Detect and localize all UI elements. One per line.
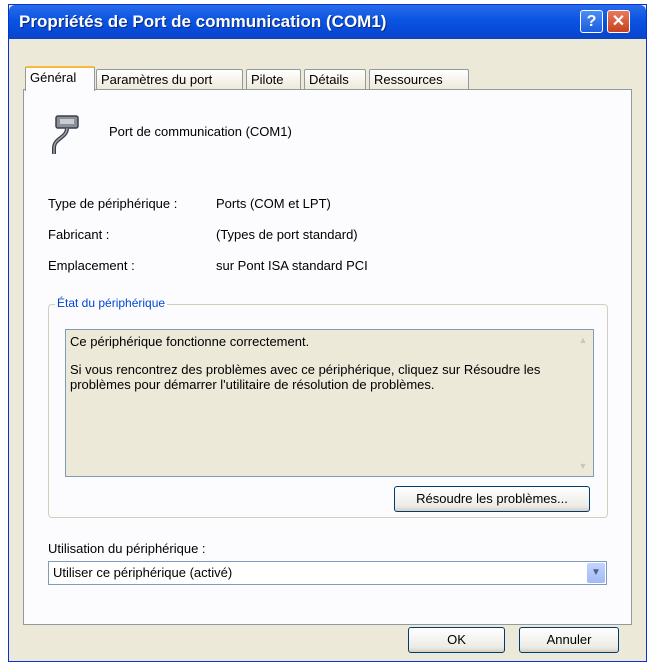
close-icon: ✕: [611, 13, 626, 30]
tab-port-settings[interactable]: Paramètres du port: [96, 69, 243, 90]
tab-resources[interactable]: Ressources: [369, 69, 469, 90]
status-line-2: Si vous rencontrez des problèmes avec ce…: [70, 362, 541, 392]
help-button[interactable]: ?: [580, 10, 603, 33]
manufacturer-label: Fabricant :: [48, 227, 110, 242]
device-status-text: Ce périphérique fonctionne correctement.…: [70, 334, 569, 405]
location-value: sur Pont ISA standard PCI: [216, 258, 368, 273]
device-status-textbox[interactable]: Ce périphérique fonctionne correctement.…: [65, 329, 594, 477]
status-line-1: Ce périphérique fonctionne correctement.: [70, 334, 310, 349]
general-tab-panel: Port de communication (COM1) Type de pér…: [23, 89, 632, 625]
chevron-down-icon[interactable]: ▼: [587, 563, 605, 583]
ok-button[interactable]: OK: [408, 627, 505, 653]
device-usage-select[interactable]: Utiliser ce périphérique (activé) ▼: [48, 561, 607, 585]
device-status-group: État du périphérique Ce périphérique fon…: [48, 296, 608, 518]
manufacturer-value: (Types de port standard): [216, 227, 358, 242]
device-status-label: État du périphérique: [55, 296, 168, 310]
close-button[interactable]: ✕: [607, 10, 630, 33]
tab-general[interactable]: Général: [25, 66, 95, 91]
serial-port-icon: [52, 115, 79, 154]
scroll-down-icon: ▼: [578, 461, 588, 471]
device-type-label: Type de périphérique :: [48, 196, 178, 211]
device-usage-value: Utiliser ce périphérique (activé): [53, 565, 233, 580]
tab-driver[interactable]: Pilote: [246, 69, 301, 90]
help-icon: ?: [586, 13, 597, 30]
cancel-button[interactable]: Annuler: [519, 627, 619, 653]
scroll-up-icon: ▲: [578, 335, 588, 345]
properties-dialog: Propriétés de Port de communication (COM…: [8, 4, 647, 662]
location-label: Emplacement :: [48, 258, 135, 273]
title-bar[interactable]: Propriétés de Port de communication (COM…: [9, 5, 646, 39]
device-name: Port de communication (COM1): [109, 124, 292, 139]
window-title: Propriétés de Port de communication (COM…: [19, 12, 387, 31]
device-type-value: Ports (COM et LPT): [216, 196, 331, 211]
tab-details[interactable]: Détails: [304, 69, 366, 90]
troubleshoot-button[interactable]: Résoudre les problèmes...: [394, 486, 590, 512]
device-usage-label: Utilisation du périphérique :: [48, 541, 206, 556]
